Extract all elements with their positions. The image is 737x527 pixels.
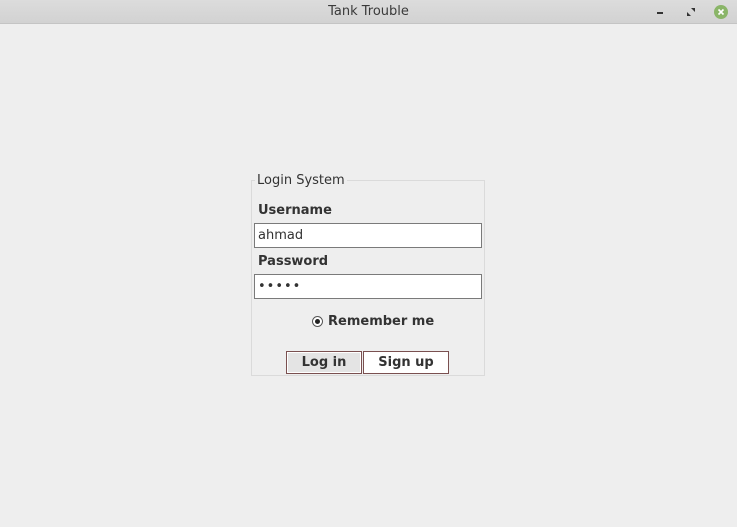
maximize-button[interactable] xyxy=(683,4,699,20)
signup-button[interactable]: Sign up xyxy=(363,351,449,374)
password-label: Password xyxy=(258,254,329,269)
close-button[interactable] xyxy=(713,4,729,20)
remember-me-label: Remember me xyxy=(328,314,435,329)
radio-selected-dot xyxy=(315,319,320,324)
title-bar: Tank Trouble xyxy=(0,0,737,24)
remember-me-radio[interactable] xyxy=(312,316,323,327)
login-button[interactable]: Log in xyxy=(286,351,362,374)
maximize-icon xyxy=(687,8,695,16)
minimize-icon xyxy=(657,12,663,14)
password-input[interactable] xyxy=(254,274,482,299)
remember-me-option[interactable]: Remember me xyxy=(312,314,434,329)
window-title: Tank Trouble xyxy=(328,4,409,19)
window-content: Login System Username Password Remember … xyxy=(0,24,737,527)
username-input[interactable] xyxy=(254,223,482,248)
username-label: Username xyxy=(258,203,332,218)
login-panel: Login System Username Password Remember … xyxy=(251,173,485,376)
minimize-button[interactable] xyxy=(652,4,668,20)
close-icon xyxy=(714,5,728,19)
login-group-title: Login System xyxy=(257,173,345,188)
